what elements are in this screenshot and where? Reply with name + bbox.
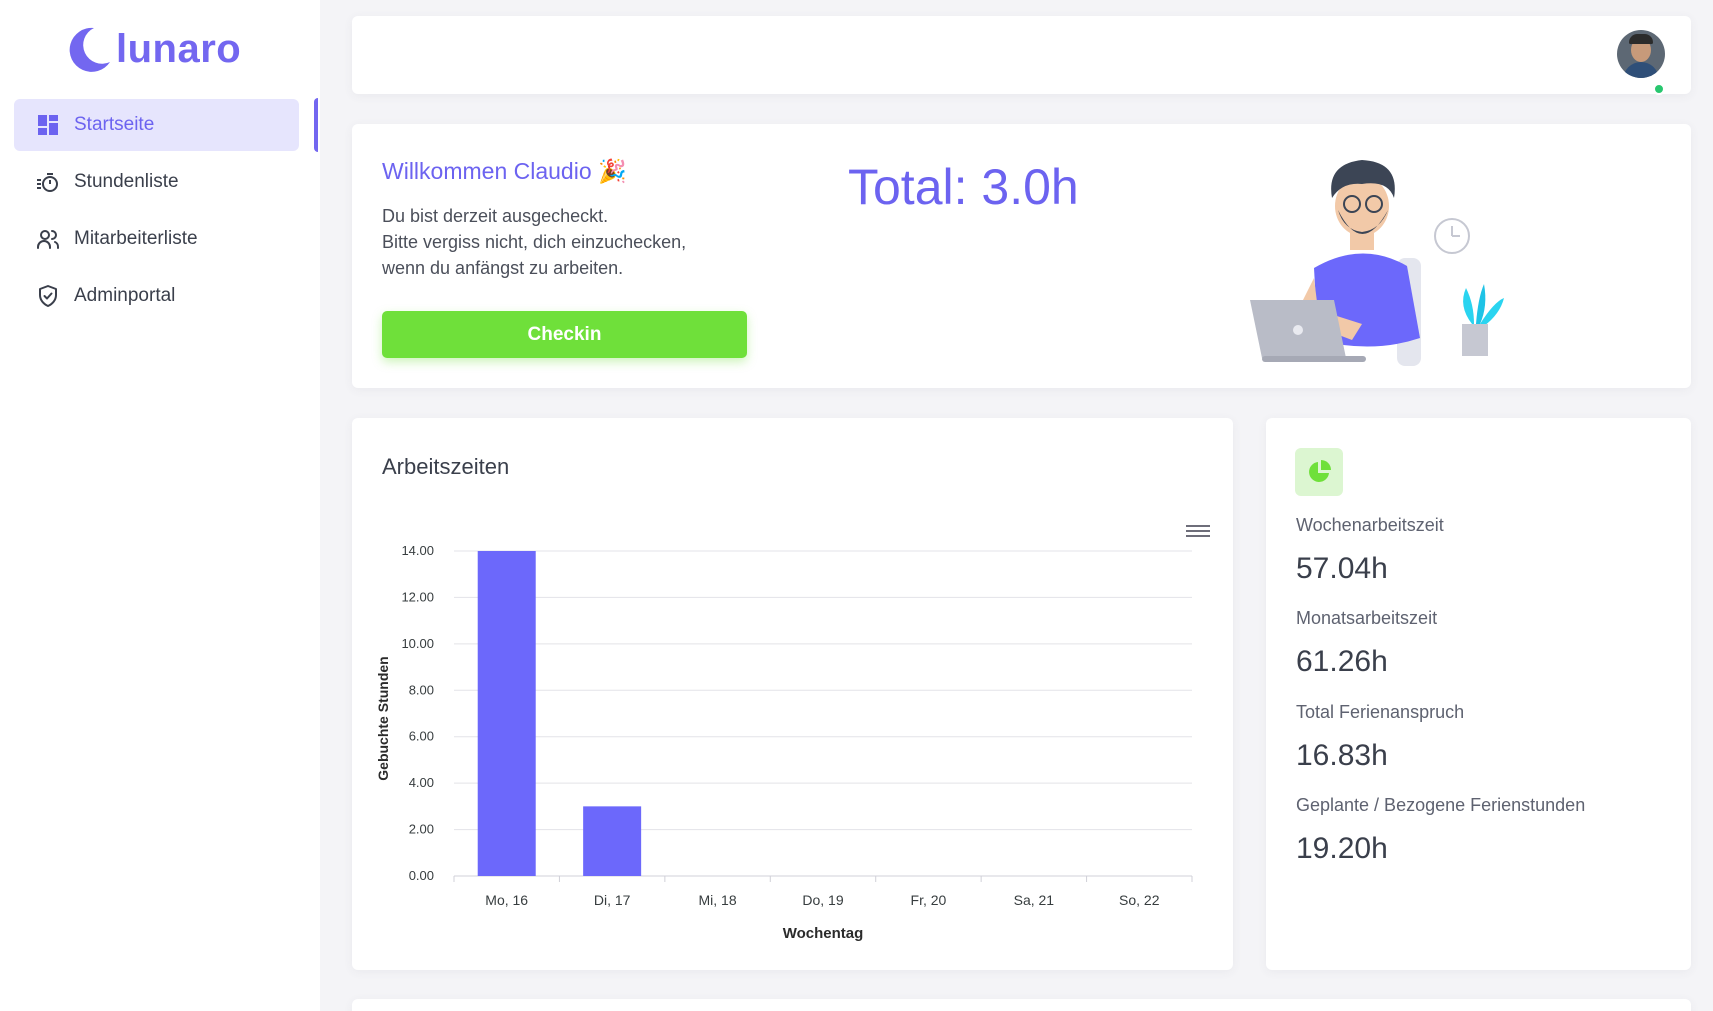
y-tick-label: 8.00 xyxy=(409,682,434,697)
y-tick-label: 2.00 xyxy=(409,822,434,837)
x-tick-label: Mo, 16 xyxy=(485,892,528,908)
x-tick-label: Mi, 18 xyxy=(699,892,737,908)
sidebar-item-stundenliste[interactable]: Stundenliste xyxy=(14,156,299,208)
y-tick-label: 6.00 xyxy=(409,729,434,744)
shield-check-icon xyxy=(36,284,60,308)
sidebar-item-startseite[interactable]: Startseite xyxy=(14,99,299,151)
dashboard-icon xyxy=(36,113,60,137)
person-at-laptop-illustration xyxy=(1250,160,1504,366)
y-tick-label: 0.00 xyxy=(409,868,434,883)
reminder-text-line: wenn du anfängst zu arbeiten. xyxy=(382,258,624,278)
sidebar-item-adminportal[interactable]: Adminportal xyxy=(14,270,299,322)
pie-chart-icon xyxy=(1295,448,1343,496)
y-tick-label: 14.00 xyxy=(401,543,434,558)
stat-label-vacation-total: Total Ferienanspruch xyxy=(1296,702,1465,722)
stat-label-vacation-planned: Geplante / Bezogene Ferienstunden xyxy=(1296,795,1586,815)
checkout-status-text: Du bist derzeit ausgecheckt. xyxy=(382,206,609,226)
sidebar-item-label: Stundenliste xyxy=(74,171,179,192)
stat-value-vacation-planned: 19.20h xyxy=(1296,832,1388,865)
x-tick-label: Fr, 20 xyxy=(911,892,947,908)
moon-logo-icon xyxy=(69,27,110,72)
bar-chart: 0.00 2.00 4.00 6.00 8.00 10.00 12.00 14.00 Mo, 1… xyxy=(375,543,1193,942)
stat-value-weekly: 57.04h xyxy=(1296,552,1388,585)
x-tick-label: Sa, 21 xyxy=(1014,892,1055,908)
stats-card: Wochenarbeitszeit 57.04h Monatsarbeitsze… xyxy=(1266,418,1691,970)
bar xyxy=(583,806,642,876)
logo-text: lunaro xyxy=(116,26,242,71)
users-icon xyxy=(36,227,60,251)
y-tick-label: 12.00 xyxy=(401,589,434,604)
sidebar-item-label: Mitarbeiterliste xyxy=(74,228,198,249)
stat-value-vacation-total: 16.83h xyxy=(1296,739,1388,772)
timer-icon xyxy=(36,170,60,194)
x-tick-label: Di, 17 xyxy=(594,892,631,908)
stat-label-monthly: Monatsarbeitszeit xyxy=(1296,608,1438,628)
top-navbar xyxy=(352,16,1691,95)
sidebar-item-label: Adminportal xyxy=(74,285,176,306)
sidebar-item-label: Startseite xyxy=(74,114,155,135)
total-hours: Total: 3.0h xyxy=(848,159,1079,215)
y-tick-label: 10.00 xyxy=(401,636,434,651)
active-nav-indicator xyxy=(314,98,318,152)
work-hours-chart-card: Arbeitszeiten 0.00 2.00 4.00 6.00 8.00 10.00 1… xyxy=(352,418,1233,970)
bottom-card xyxy=(352,999,1691,1011)
checkin-button[interactable]: Checkin xyxy=(382,311,747,358)
y-axis-title: Gebuchte Stunden xyxy=(375,656,391,780)
y-tick-label: 4.00 xyxy=(409,775,434,790)
reminder-text-line: Bitte vergiss nicht, dich einzuchecken, xyxy=(382,232,687,252)
stat-label-weekly: Wochenarbeitszeit xyxy=(1296,515,1444,535)
welcome-card: Willkommen Claudio 🎉 Du bist derzeit aus… xyxy=(352,124,1691,388)
user-avatar[interactable] xyxy=(1617,30,1665,78)
x-tick-label: So, 22 xyxy=(1119,892,1160,908)
x-tick-label: Do, 19 xyxy=(802,892,843,908)
sidebar: lunaro Startseite Stundenliste Mitarbeit… xyxy=(0,0,320,1011)
welcome-title: Willkommen Claudio 🎉 xyxy=(382,158,627,184)
bar xyxy=(477,551,536,876)
stat-value-monthly: 61.26h xyxy=(1296,645,1388,678)
sidebar-item-mitarbeiterliste[interactable]: Mitarbeiterliste xyxy=(14,213,299,265)
x-axis-title: Wochentag xyxy=(783,925,864,942)
logo[interactable]: lunaro xyxy=(64,24,241,74)
online-status-dot xyxy=(1653,83,1665,95)
